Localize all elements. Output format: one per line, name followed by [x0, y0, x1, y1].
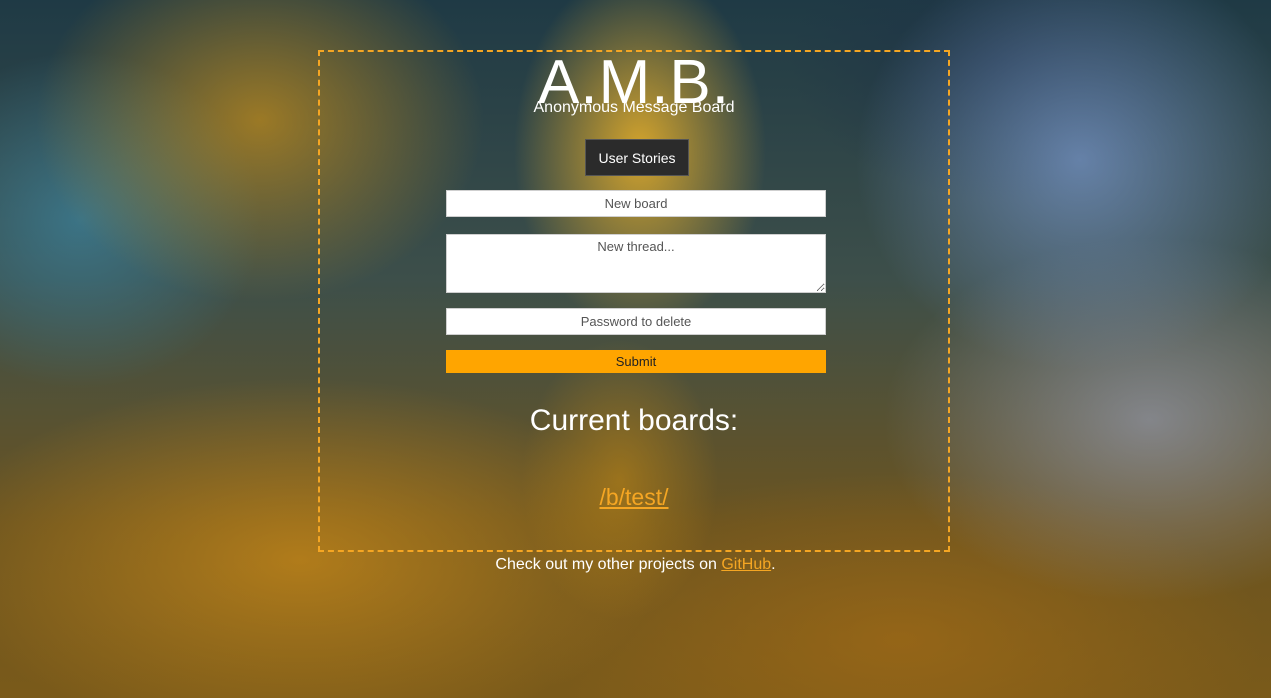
github-link[interactable]: GitHub: [721, 556, 771, 573]
board-link-b-test[interactable]: /b/test/: [599, 484, 668, 510]
footer-text: Check out my other projects on: [495, 556, 722, 573]
current-boards-heading: Current boards:: [529, 404, 739, 437]
board-list: /b/test/: [320, 484, 948, 511]
main-panel: A.M.B. Anonymous Message Board User Stor…: [318, 50, 950, 552]
new-board-input[interactable]: [446, 190, 826, 217]
submit-button[interactable]: Submit: [446, 350, 826, 373]
footer-period: .: [771, 556, 776, 573]
delete-password-input[interactable]: [446, 308, 826, 335]
app-subtitle: Anonymous Message Board: [533, 99, 735, 116]
new-thread-textarea[interactable]: [446, 234, 826, 293]
user-stories-button[interactable]: User Stories: [585, 139, 689, 176]
footer: Check out my other projects on GitHub.: [0, 556, 1271, 574]
